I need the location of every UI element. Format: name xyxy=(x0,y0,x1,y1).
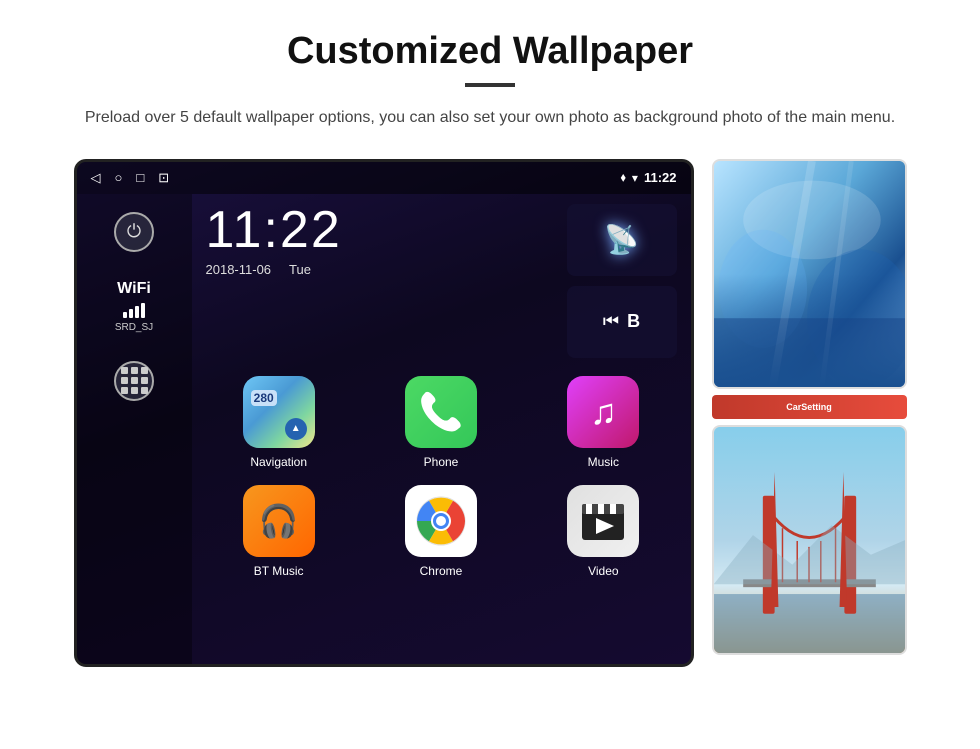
dot xyxy=(121,387,128,394)
title-divider xyxy=(465,83,515,87)
home-icon[interactable]: ○ xyxy=(115,170,123,185)
wallpaper-thumb-bridge[interactable] xyxy=(712,425,907,655)
signal-widget: 📡 xyxy=(567,204,677,276)
grid-icon xyxy=(121,367,148,394)
dot xyxy=(121,377,128,384)
app-grid: ▲ Navigation 📞 Phone ♫ xyxy=(206,376,677,578)
carsetting-strip: CarSetting xyxy=(712,395,907,419)
date-value: 2018-11-06 xyxy=(206,262,272,277)
dot xyxy=(131,377,138,384)
video-svg-icon xyxy=(578,496,628,546)
bridge-wallpaper-preview xyxy=(714,427,905,653)
wifi-status-icon: ▾ xyxy=(632,171,638,185)
wallpaper-thumbnails: CarSetting xyxy=(712,159,907,667)
wifi-ssid: SRD_SJ xyxy=(115,322,153,333)
navigation-app-icon[interactable]: ▲ xyxy=(243,376,315,448)
wifi-widget: WiFi SRD_SJ xyxy=(115,280,153,333)
ice-wallpaper-preview xyxy=(714,161,905,387)
wifi-bar-4 xyxy=(141,303,145,318)
app-label: Navigation xyxy=(250,455,307,469)
media-player-widget: ⏮ B xyxy=(567,286,677,358)
music-app-icon[interactable]: ♫ xyxy=(567,376,639,448)
back-icon[interactable]: ◁ xyxy=(91,170,101,186)
wallpaper-thumb-ice[interactable] xyxy=(712,159,907,389)
list-item[interactable]: 📞 Phone xyxy=(368,376,514,469)
status-indicators: ⬧ ▾ 11:22 xyxy=(621,170,677,185)
wifi-bars xyxy=(123,302,145,318)
signal-icon: 📡 xyxy=(604,223,639,256)
clock-date: 2018-11-06 Tue xyxy=(206,262,342,277)
dot xyxy=(141,367,148,374)
apps-button[interactable] xyxy=(114,361,154,401)
list-item[interactable]: ♫ Music xyxy=(530,376,676,469)
clock-time: 11:22 xyxy=(206,204,342,256)
chrome-svg-icon xyxy=(415,495,467,547)
power-button[interactable]: ⏻ xyxy=(114,212,154,252)
dot xyxy=(141,377,148,384)
list-item[interactable]: Video xyxy=(530,485,676,578)
track-label: B xyxy=(627,311,640,332)
dot xyxy=(141,387,148,394)
wifi-bar-3 xyxy=(135,306,139,318)
home-screen-area: 11:22 2018-11-06 Tue 📡 ⏮ B xyxy=(192,194,691,664)
recents-icon[interactable]: □ xyxy=(136,170,144,185)
compass-icon: ▲ xyxy=(285,418,307,440)
app-label: Chrome xyxy=(420,564,463,578)
dot xyxy=(131,387,138,394)
list-item[interactable]: Chrome xyxy=(368,485,514,578)
media-widgets: 📡 ⏮ B xyxy=(567,204,677,358)
list-item[interactable]: ▲ Navigation xyxy=(206,376,352,469)
main-content: ◁ ○ □ ⊡ ⬧ ▾ 11:22 ⏻ WiFi xyxy=(60,159,920,667)
dot xyxy=(131,367,138,374)
app-label: Phone xyxy=(424,455,459,469)
dot xyxy=(121,367,128,374)
video-app-icon[interactable] xyxy=(567,485,639,557)
wifi-label: WiFi xyxy=(117,280,151,298)
screenshot-icon[interactable]: ⊡ xyxy=(158,170,169,186)
app-label: Music xyxy=(588,455,619,469)
chrome-app-icon[interactable] xyxy=(405,485,477,557)
left-sidebar: ⏻ WiFi SRD_SJ xyxy=(77,194,192,664)
carsetting-label: CarSetting xyxy=(786,402,832,412)
page-description: Preload over 5 default wallpaper options… xyxy=(85,105,895,131)
status-bar: ◁ ○ □ ⊡ ⬧ ▾ 11:22 xyxy=(77,162,691,194)
wifi-bar-2 xyxy=(129,309,133,318)
clock-block: 11:22 2018-11-06 Tue xyxy=(206,204,342,277)
status-time: 11:22 xyxy=(644,170,677,185)
clock-area: 11:22 2018-11-06 Tue 📡 ⏮ B xyxy=(206,204,677,358)
day-value: Tue xyxy=(289,262,311,277)
prev-track-button[interactable]: ⏮ xyxy=(603,311,619,332)
page-title: Customized Wallpaper xyxy=(287,30,693,73)
app-label: BT Music xyxy=(254,564,304,578)
android-screen: ◁ ○ □ ⊡ ⬧ ▾ 11:22 ⏻ WiFi xyxy=(74,159,694,667)
nav-buttons: ◁ ○ □ ⊡ xyxy=(91,170,170,186)
wifi-bar-1 xyxy=(123,312,127,318)
app-label: Video xyxy=(588,564,618,578)
bt-music-app-icon[interactable]: 🎧 xyxy=(243,485,315,557)
list-item[interactable]: 🎧 BT Music xyxy=(206,485,352,578)
phone-app-icon[interactable]: 📞 xyxy=(405,376,477,448)
location-icon: ⬧ xyxy=(621,170,626,185)
screen-body: ⏻ WiFi SRD_SJ xyxy=(77,194,691,664)
